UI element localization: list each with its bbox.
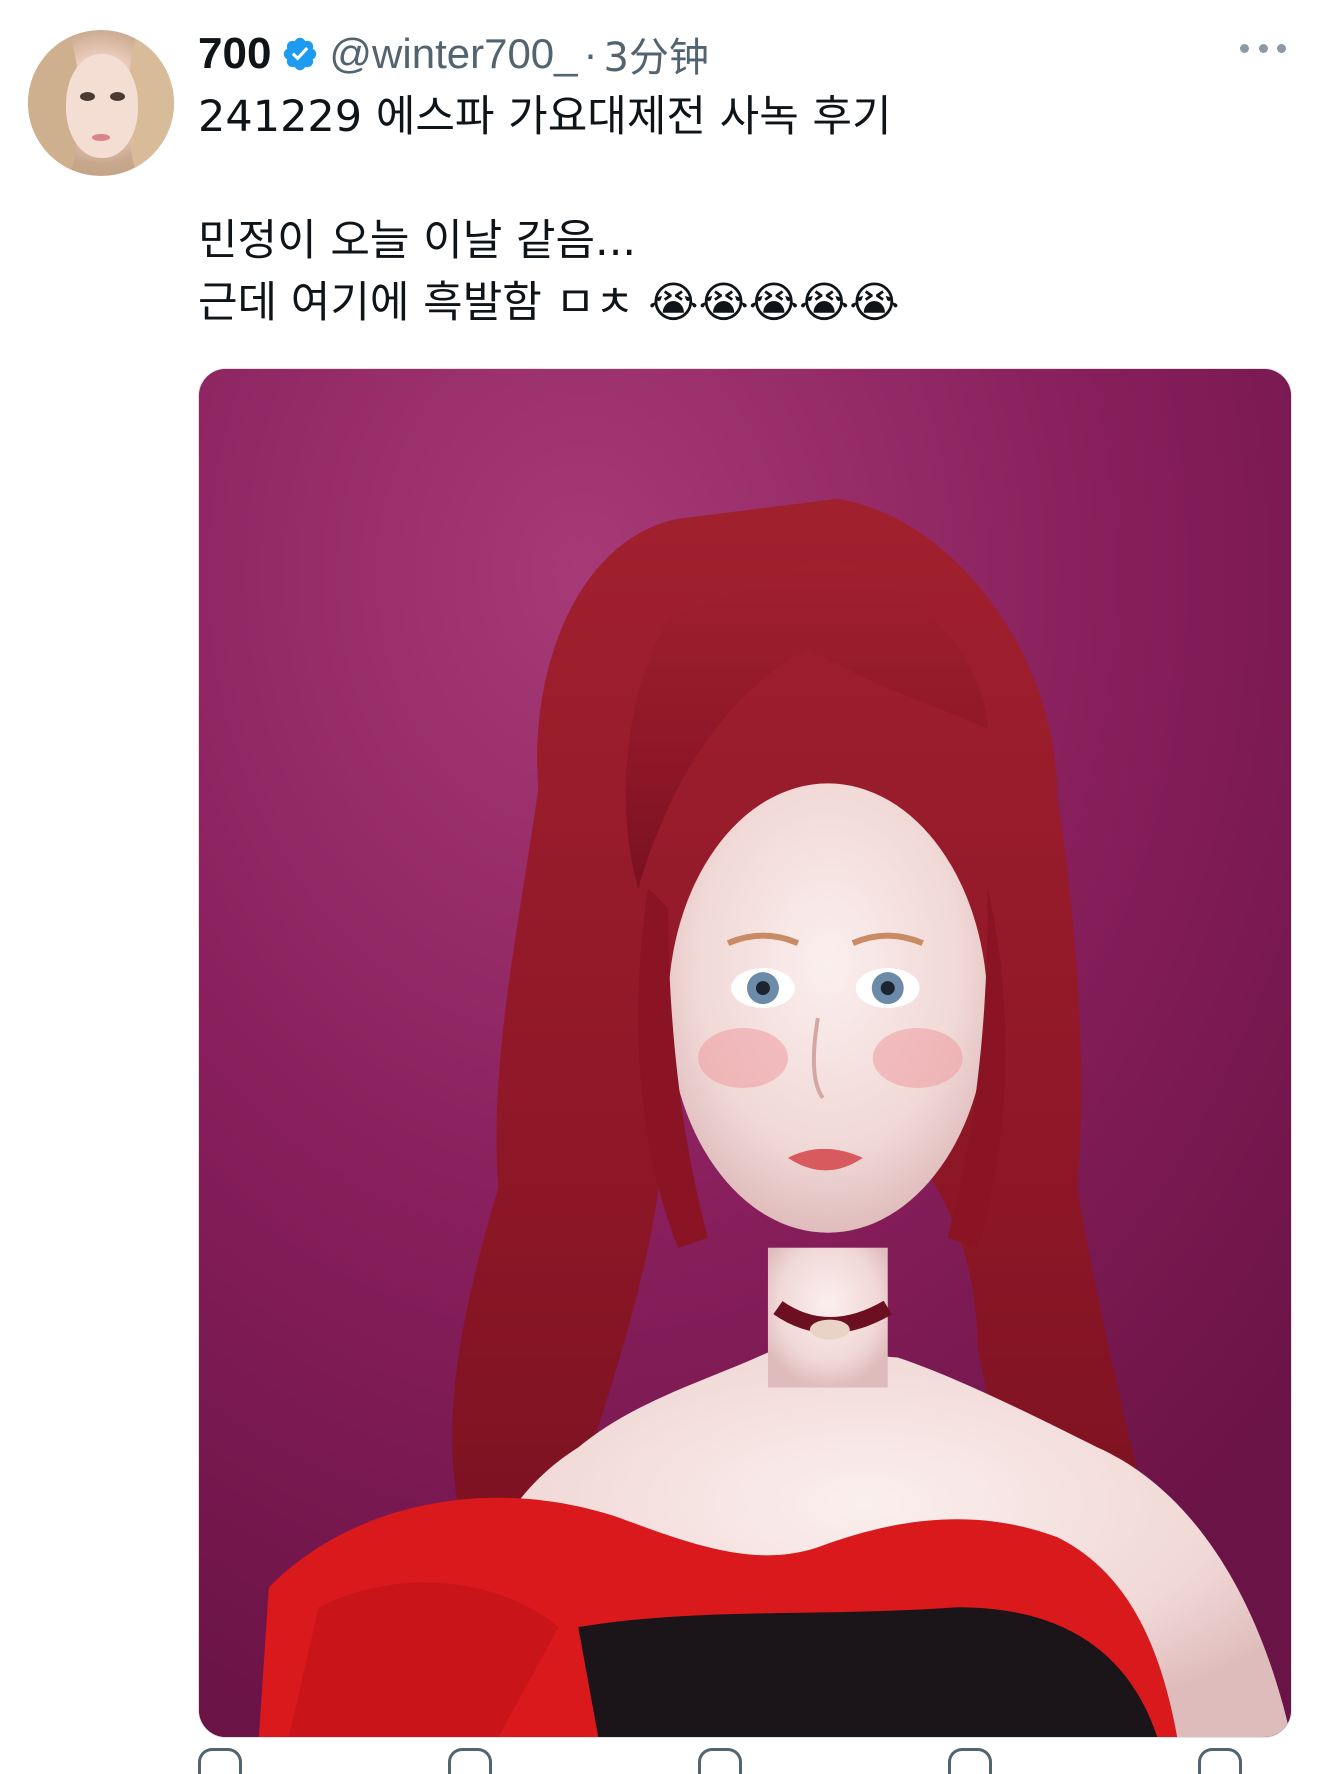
- separator-dot: ·: [583, 30, 598, 77]
- tweet-header: 700 @winter700_ · 3分钟: [198, 26, 709, 82]
- tweet-text-line: 민정이 오늘 이날 같음...: [198, 216, 637, 266]
- author-display-name[interactable]: 700: [198, 29, 271, 79]
- tweet-text-line: 근데 여기에 흑발함 ㅁㅊ 😭😭😭😭😭: [198, 278, 900, 328]
- reply-icon[interactable]: [198, 1748, 242, 1774]
- share-icon[interactable]: [1198, 1748, 1242, 1774]
- views-icon[interactable]: [948, 1748, 992, 1774]
- retweet-icon[interactable]: [448, 1748, 492, 1774]
- tweet-actions-bar: [198, 1748, 1292, 1774]
- tweet-photo[interactable]: [198, 368, 1292, 1738]
- more-options-icon[interactable]: [1240, 36, 1286, 60]
- verified-badge-icon: [284, 37, 317, 71]
- tweet-timestamp[interactable]: 3分钟: [604, 25, 709, 83]
- tweet-text: 241229 에스파 가요대제전 사녹 후기 민정이 오늘 이날 같음... 근…: [198, 86, 900, 334]
- tweet-text-line: 241229 에스파 가요대제전 사녹 후기: [198, 92, 892, 142]
- photo-illustration: [199, 369, 1291, 1737]
- avatar[interactable]: [28, 30, 174, 176]
- author-handle[interactable]: @winter700_: [329, 30, 577, 78]
- like-icon[interactable]: [698, 1748, 742, 1774]
